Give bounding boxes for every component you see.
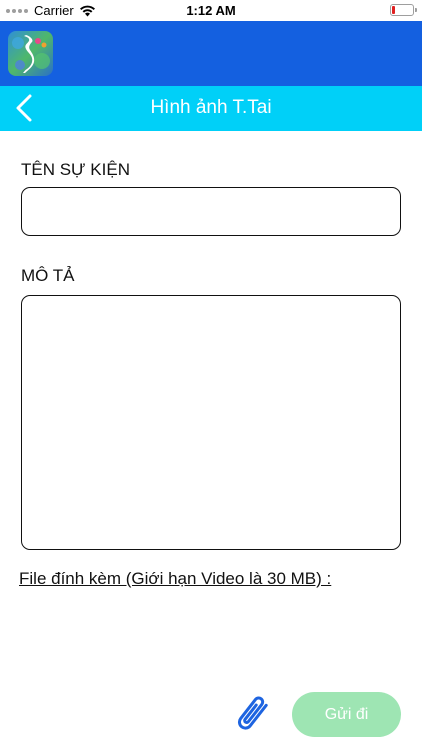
status-bar: Carrier 1:12 AM [0, 0, 422, 21]
paperclip-icon[interactable] [229, 690, 274, 740]
description-textarea[interactable] [21, 295, 401, 550]
description-label: MÔ TẢ [21, 266, 75, 285]
page-title: Hình ảnh T.Tai [150, 97, 272, 118]
event-name-label: TÊN SỰ KIỆN [21, 160, 130, 179]
app-header [0, 21, 422, 86]
event-name-input[interactable] [21, 187, 401, 236]
nav-bar: Hình ảnh T.Tai [0, 86, 422, 131]
send-button[interactable]: Gửi đi [292, 692, 401, 737]
battery-low-icon [390, 4, 417, 16]
status-time: 1:12 AM [186, 3, 236, 18]
attachment-label: File đính kèm (Giới hạn Video là 30 MB) … [19, 569, 332, 588]
vietnam-map-logo [8, 31, 53, 76]
